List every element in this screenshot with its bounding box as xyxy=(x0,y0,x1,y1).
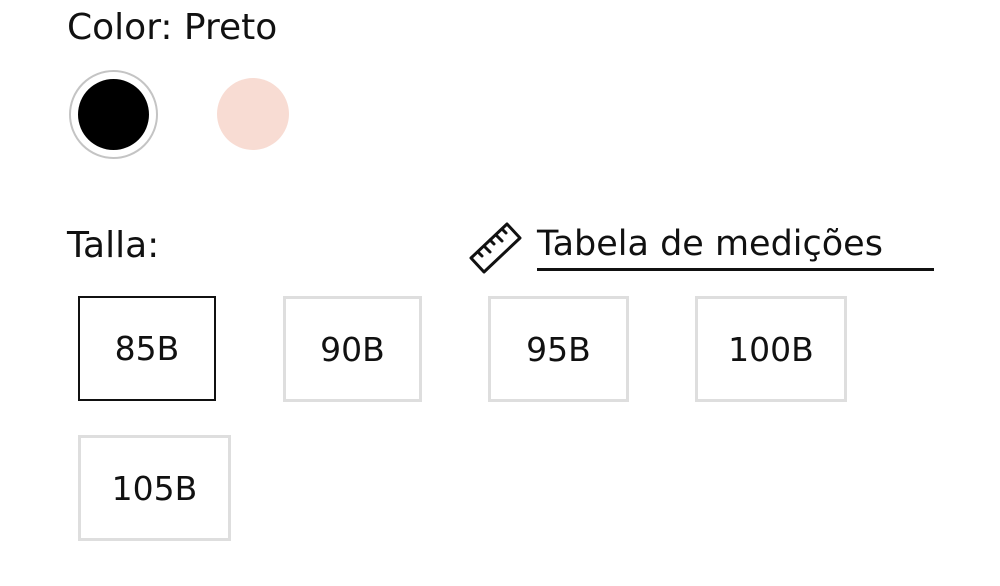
size-option-105b[interactable]: 105B xyxy=(78,435,231,541)
size-chart-link[interactable]: Tabela de medições xyxy=(466,218,936,274)
size-option-90b[interactable]: 90B xyxy=(283,296,422,402)
size-chart-link-underline xyxy=(537,268,934,271)
size-option-85b[interactable]: 85B xyxy=(78,296,216,401)
ruler-icon xyxy=(466,218,524,274)
size-chart-link-label: Tabela de medições xyxy=(537,224,883,264)
color-swatch-rosa[interactable] xyxy=(217,78,289,150)
color-label: Color: Preto xyxy=(67,7,278,48)
size-option-100b[interactable]: 100B xyxy=(695,296,847,402)
color-swatch-preto[interactable] xyxy=(69,70,158,159)
color-swatch-preto-fill xyxy=(78,79,149,150)
size-label: Talla: xyxy=(67,225,160,266)
size-option-95b[interactable]: 95B xyxy=(488,296,629,402)
